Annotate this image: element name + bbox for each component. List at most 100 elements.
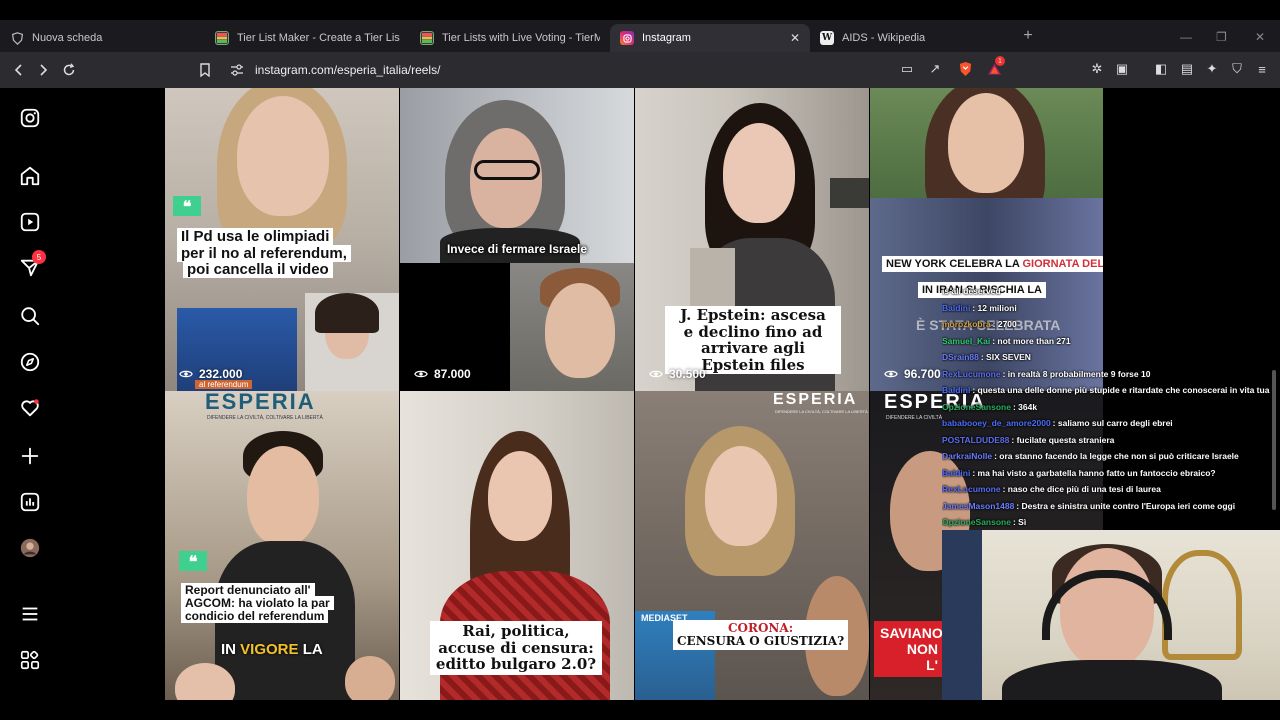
tab-instagram[interactable]: Instagram ✕ <box>610 24 810 52</box>
chat-username: Baldini <box>942 302 971 313</box>
reel-thumbnail[interactable]: Rai, politica, accuse di censura: editto… <box>400 391 634 700</box>
messages-badge: 5 <box>32 250 46 264</box>
chat-text: : naso che dice più di una tesi di laure… <box>1002 484 1161 494</box>
dashboard-icon[interactable] <box>18 490 42 514</box>
vpn-icon[interactable]: ⛉ <box>1228 60 1246 78</box>
chat-text: : not more than 271 <box>992 335 1071 346</box>
screen-top-strip <box>0 0 1280 20</box>
reels-icon[interactable] <box>18 210 42 234</box>
chat-username: Baldini <box>942 385 971 395</box>
reel-caption: Il Pd usa le olimpiadi per il no al refe… <box>177 228 351 279</box>
tab-label: AIDS - Wikipedia <box>842 32 926 44</box>
reel-thumbnail[interactable]: ESPERIA DIFENDERE LA CIVILTÀ, COLTIVARE … <box>165 391 399 700</box>
chat-username: JamesMason1488 <box>942 500 1015 511</box>
search-icon[interactable] <box>18 304 42 328</box>
chat-text: : Destra e sinistra unite contro l'Europ… <box>1016 500 1236 511</box>
chat-text: : saliamo sul carro degli ebrei <box>1052 418 1173 428</box>
address-bar-url[interactable]: instagram.com/esperia_italia/reels/ <box>255 58 440 82</box>
new-tab-button[interactable]: + <box>1018 27 1038 45</box>
reel-thumbnail[interactable]: J. Epstein: ascesa e declino fino ad arr… <box>635 88 869 391</box>
sidebar-toggle-icon[interactable]: ◧ <box>1152 60 1170 78</box>
reel-caption: Report denunciato all' AGCOM: ha violato… <box>181 583 334 624</box>
wikipedia-icon: W <box>820 31 834 45</box>
tab-label: Tier List Maker - Create a Tier List - T <box>237 32 400 44</box>
chat-message: DSrain88: SIX SEVEN <box>942 349 1272 366</box>
brave-shields-icon[interactable] <box>956 60 974 78</box>
chat-username: RexLucumone <box>942 484 1001 494</box>
tab-label: Nuova scheda <box>32 32 103 44</box>
bookmark-icon[interactable] <box>192 57 217 82</box>
wallet-icon[interactable]: ▤ <box>1178 60 1196 78</box>
reel-caption: Rai, politica, accuse di censura: editto… <box>430 621 602 675</box>
chat-text: : ora stanno facendo la legge che non si… <box>994 451 1239 461</box>
chat-username: bababooey_de_amore2000 <box>942 418 1051 428</box>
tab-tier-list-maker[interactable]: Tier List Maker - Create a Tier List - T <box>205 24 410 52</box>
tab-nuova-scheda[interactable]: Nuova scheda <box>0 24 205 52</box>
reel-sublabel: al referendum <box>195 380 253 389</box>
chat-username: morozkobra <box>942 319 991 329</box>
minimize-icon[interactable]: — <box>1180 30 1192 44</box>
quote-icon: ❝ <box>173 196 201 216</box>
reel-banner: IN VIGORE LA <box>221 641 323 658</box>
instagram-icon <box>620 31 634 45</box>
chat-text: is all deserved <box>942 286 1001 296</box>
messages-icon[interactable]: 5 <box>18 250 46 280</box>
chat-message: Baldini: questa una delle donne più stup… <box>942 382 1272 399</box>
tiermaker-icon <box>420 31 434 45</box>
chat-text: : fucilate questa straniera <box>1011 434 1115 445</box>
extensions-icon[interactable]: ✲ <box>1088 60 1106 78</box>
brave-rewards-icon[interactable]: 1 <box>985 56 1005 78</box>
quote-icon: ❝ <box>179 551 207 571</box>
brave-shield-icon <box>10 31 24 45</box>
back-button[interactable] <box>6 57 31 82</box>
reel-thumbnail[interactable]: ❝ Il Pd usa le olimpiadi per il no al re… <box>165 88 399 391</box>
profile-avatar[interactable] <box>18 536 42 560</box>
chat-username: Samuel_Kai <box>942 335 991 346</box>
more-menu-icon[interactable] <box>18 602 42 626</box>
chat-text: : ma hai visto a garbatella hanno fatto … <box>972 467 1216 478</box>
tab-tier-lists-live[interactable]: Tier Lists with Live Voting - TierMaker <box>410 24 610 52</box>
leo-ai-icon[interactable]: ✦ <box>1203 60 1221 78</box>
share-icon[interactable]: ↗ <box>926 60 944 78</box>
chat-text: : 364k <box>1012 401 1038 412</box>
menu-icon[interactable]: ≡ <box>1253 60 1271 78</box>
chat-text: : questa una delle donne più stupide e r… <box>972 385 1270 395</box>
reel-caption: NEW YORK CELEBRA LA GIORNATA DELL'HIJAB <box>882 256 1104 272</box>
chat-username: RexLucumone <box>942 368 1001 379</box>
tab-wikipedia[interactable]: W AIDS - Wikipedia <box>810 24 1010 52</box>
create-icon[interactable] <box>18 444 42 468</box>
screen-bottom-strip <box>0 700 1280 720</box>
forward-button[interactable] <box>30 57 55 82</box>
esperia-logo: ESPERIA <box>205 391 316 414</box>
explore-icon[interactable] <box>18 350 42 374</box>
maximize-icon[interactable]: ❐ <box>1216 30 1227 44</box>
chat-message: Samuel_Kai: not more than 271 <box>942 333 1272 350</box>
chat-message: Baldini: ma hai visto a garbatella hanno… <box>942 465 1272 482</box>
chat-message: OpzioneSansone: Sì <box>942 514 1272 531</box>
close-tab-icon[interactable]: ✕ <box>790 31 800 45</box>
content-left-margin <box>60 88 165 700</box>
reading-list-icon[interactable]: ▣ <box>1113 60 1131 78</box>
site-info-icon[interactable] <box>224 57 249 82</box>
chat-username: DarkraiNolle <box>942 451 993 461</box>
reel-thumbnail[interactable]: Invece di fermare Israele 87.000 <box>400 88 634 391</box>
view-count: 30.500 <box>649 367 706 381</box>
eye-icon <box>649 370 663 378</box>
chat-message: is all deserved <box>942 283 1272 300</box>
chat-message: RexLucumone: in realtà 8 probabilmente 9… <box>942 366 1272 383</box>
eye-icon <box>884 370 898 378</box>
reload-button[interactable] <box>56 57 81 82</box>
scrollbar-thumb[interactable] <box>1272 370 1276 510</box>
notifications-icon[interactable] <box>18 396 42 420</box>
chat-text: : in realtà 8 probabilmente 9 forse 10 <box>1002 368 1151 379</box>
stream-chat-overlay: is all deserved Baldini: 12 milioni morozk… <box>942 283 1272 531</box>
close-window-icon[interactable]: ✕ <box>1255 30 1265 44</box>
reel-caption: CORONA: CENSURA O GIUSTIZIA? <box>673 620 849 651</box>
media-icon[interactable]: ▭ <box>898 60 916 78</box>
chat-message: POSTALDUDE88: fucilate questa straniera <box>942 432 1272 449</box>
home-icon[interactable] <box>18 164 42 188</box>
instagram-logo-icon[interactable] <box>18 106 42 130</box>
instagram-sidebar: 5 <box>0 88 60 700</box>
reel-thumbnail[interactable]: ESPERIA DIFENDERE LA CIVILTÀ, COLTIVARE … <box>635 391 869 700</box>
also-from-meta-icon[interactable] <box>18 648 42 672</box>
